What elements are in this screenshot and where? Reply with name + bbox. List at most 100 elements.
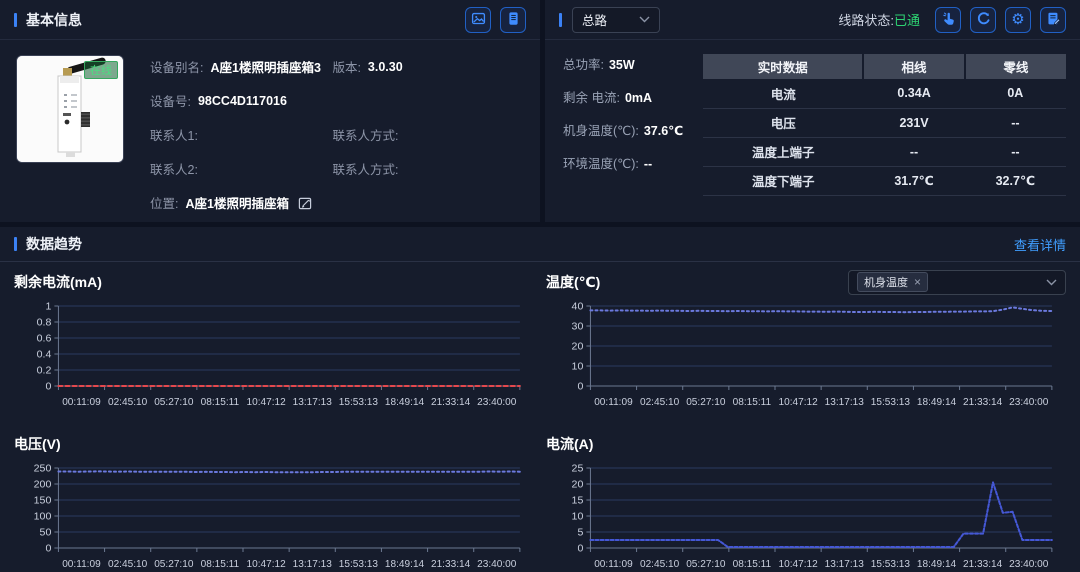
view-details-link[interactable]: 查看详情	[1014, 235, 1066, 254]
svg-text:13:17:13: 13:17:13	[293, 397, 333, 408]
table-cell: 32.7℃	[965, 166, 1066, 195]
svg-text:18:49:14: 18:49:14	[385, 559, 425, 570]
stat-item: 剩余 电流: 0mA	[563, 87, 689, 106]
circuit-select[interactable]: 总路	[572, 7, 660, 33]
chevron-down-icon	[1046, 279, 1057, 286]
svg-text:21:33:14: 21:33:14	[963, 397, 1003, 408]
trends-title: 数据趋势	[14, 234, 82, 254]
chart-title: 电压(V)	[14, 434, 61, 454]
report-edit-button[interactable]	[1040, 7, 1066, 33]
settings-button[interactable]: ⚙	[1005, 7, 1031, 33]
svg-text:18:49:14: 18:49:14	[917, 559, 957, 570]
stat-label: 环境温度(℃):	[563, 157, 639, 171]
svg-text:00:11:09: 00:11:09	[62, 397, 101, 408]
svg-text:00:11:09: 00:11:09	[594, 559, 633, 570]
stat-value: 35W	[609, 58, 635, 72]
svg-text:21:33:14: 21:33:14	[963, 559, 1003, 570]
svg-text:00:11:09: 00:11:09	[594, 397, 633, 408]
device-detail-button[interactable]	[500, 7, 526, 33]
realtime-data-table: 实时数据相线零线 电流0.34A0A电压231V--温度上端子----温度下端子…	[703, 54, 1066, 196]
section-accent-bar	[14, 13, 17, 27]
svg-text:10:47:12: 10:47:12	[246, 559, 286, 570]
table-cell: 电压	[703, 108, 863, 137]
svg-text:200: 200	[34, 479, 52, 491]
chart-canvas: 05010015020025000:11:0902:45:1005:27:100…	[14, 460, 534, 572]
chart-title: 电流(A)	[546, 434, 593, 454]
line-stats: 总功率:35W剩余 电流:0mA机身温度(℃):37.6℃环境温度(℃):--	[563, 54, 689, 196]
refresh-button[interactable]	[970, 7, 996, 33]
device-fields: 设备别名: A座1楼照明插座箱3 版本: 3.0.30 设备号: 98CC4D1…	[150, 55, 524, 212]
stat-value: 0mA	[625, 91, 652, 105]
table-cell: 0.34A	[863, 79, 964, 108]
svg-text:10: 10	[572, 511, 584, 523]
section-accent-bar	[559, 13, 562, 27]
manual-control-button[interactable]	[935, 7, 961, 33]
table-header-cell: 零线	[965, 54, 1066, 79]
svg-text:08:15:11: 08:15:11	[733, 559, 772, 570]
gear-icon: ⚙	[1011, 12, 1024, 27]
svg-text:0.4: 0.4	[37, 349, 52, 361]
svg-text:0.2: 0.2	[37, 365, 52, 377]
table-row: 电压231V--	[703, 108, 1066, 137]
svg-text:23:40:00: 23:40:00	[1009, 397, 1049, 408]
table-cell: 0A	[965, 79, 1066, 108]
svg-text:13:17:13: 13:17:13	[293, 559, 333, 570]
circuit-select-value: 总路	[582, 10, 607, 29]
charts-grid: 剩余电流(mA)00.20.40.60.8100:11:0902:45:1005…	[0, 262, 1080, 572]
svg-text:10:47:12: 10:47:12	[778, 559, 818, 570]
table-cell: 温度上端子	[703, 137, 863, 166]
svg-text:250: 250	[34, 463, 52, 475]
trends-header: 数据趋势 查看详情	[0, 227, 1080, 262]
table-row: 温度下端子31.7℃32.7℃	[703, 166, 1066, 195]
top-section: 基本信息	[0, 0, 1080, 222]
temperature-series-select[interactable]: 机身温度 ×	[848, 270, 1066, 295]
section-accent-bar	[14, 237, 17, 251]
svg-text:23:40:00: 23:40:00	[477, 397, 517, 408]
svg-text:15:53:13: 15:53:13	[871, 397, 911, 408]
table-cell: 231V	[863, 108, 964, 137]
svg-text:23:40:00: 23:40:00	[477, 559, 517, 570]
field-device-no: 设备号: 98CC4D117016	[150, 91, 332, 110]
tag-label: 机身温度	[864, 274, 908, 290]
field-contact-method1: 联系人方式:	[332, 125, 524, 144]
stat-label: 剩余 电流:	[563, 91, 620, 105]
svg-text:25: 25	[572, 463, 584, 475]
edit-location-icon[interactable]	[298, 196, 312, 210]
field-empty	[332, 91, 524, 110]
table-row: 温度上端子----	[703, 137, 1066, 166]
svg-text:15: 15	[572, 495, 584, 507]
field-contact-method2: 联系人方式:	[332, 159, 524, 178]
line-panel-header: 总路 线路状态:已通	[545, 0, 1080, 40]
svg-text:0.8: 0.8	[37, 317, 52, 329]
svg-text:15:53:13: 15:53:13	[871, 559, 911, 570]
svg-text:0: 0	[577, 543, 583, 555]
chart-canvas: 01020304000:11:0902:45:1005:27:1008:15:1…	[546, 298, 1066, 416]
svg-text:20: 20	[572, 479, 584, 491]
table-cell: 温度下端子	[703, 166, 863, 195]
online-status-badge: 在线	[84, 61, 118, 79]
svg-text:10:47:12: 10:47:12	[778, 397, 818, 408]
svg-text:02:45:10: 02:45:10	[108, 559, 148, 570]
trends-title-text: 数据趋势	[26, 234, 82, 254]
selected-series-tag: 机身温度 ×	[857, 272, 928, 292]
svg-text:23:40:00: 23:40:00	[1009, 559, 1049, 570]
basic-info-header: 基本信息	[0, 0, 540, 40]
svg-text:150: 150	[34, 495, 52, 507]
field-alias: 设备别名: A座1楼照明插座箱3	[150, 57, 332, 76]
line-panel: 总路 线路状态:已通	[545, 0, 1080, 222]
table-cell: 电流	[703, 79, 863, 108]
basic-info-title-text: 基本信息	[26, 10, 82, 30]
svg-text:02:45:10: 02:45:10	[640, 559, 680, 570]
svg-text:08:15:11: 08:15:11	[201, 559, 240, 570]
line-status-value: 已通	[894, 13, 920, 28]
field-contact1: 联系人1:	[150, 125, 332, 144]
device-image-button[interactable]	[465, 7, 491, 33]
image-icon	[471, 11, 486, 28]
tag-close-icon[interactable]: ×	[914, 275, 921, 289]
field-location: 位置: A座1楼照明插座箱	[150, 193, 332, 212]
table-header-cell: 实时数据	[703, 54, 863, 79]
table-cell: --	[863, 137, 964, 166]
svg-text:08:15:11: 08:15:11	[201, 397, 240, 408]
touch-hand-icon	[941, 11, 956, 28]
svg-text:05:27:10: 05:27:10	[686, 397, 726, 408]
